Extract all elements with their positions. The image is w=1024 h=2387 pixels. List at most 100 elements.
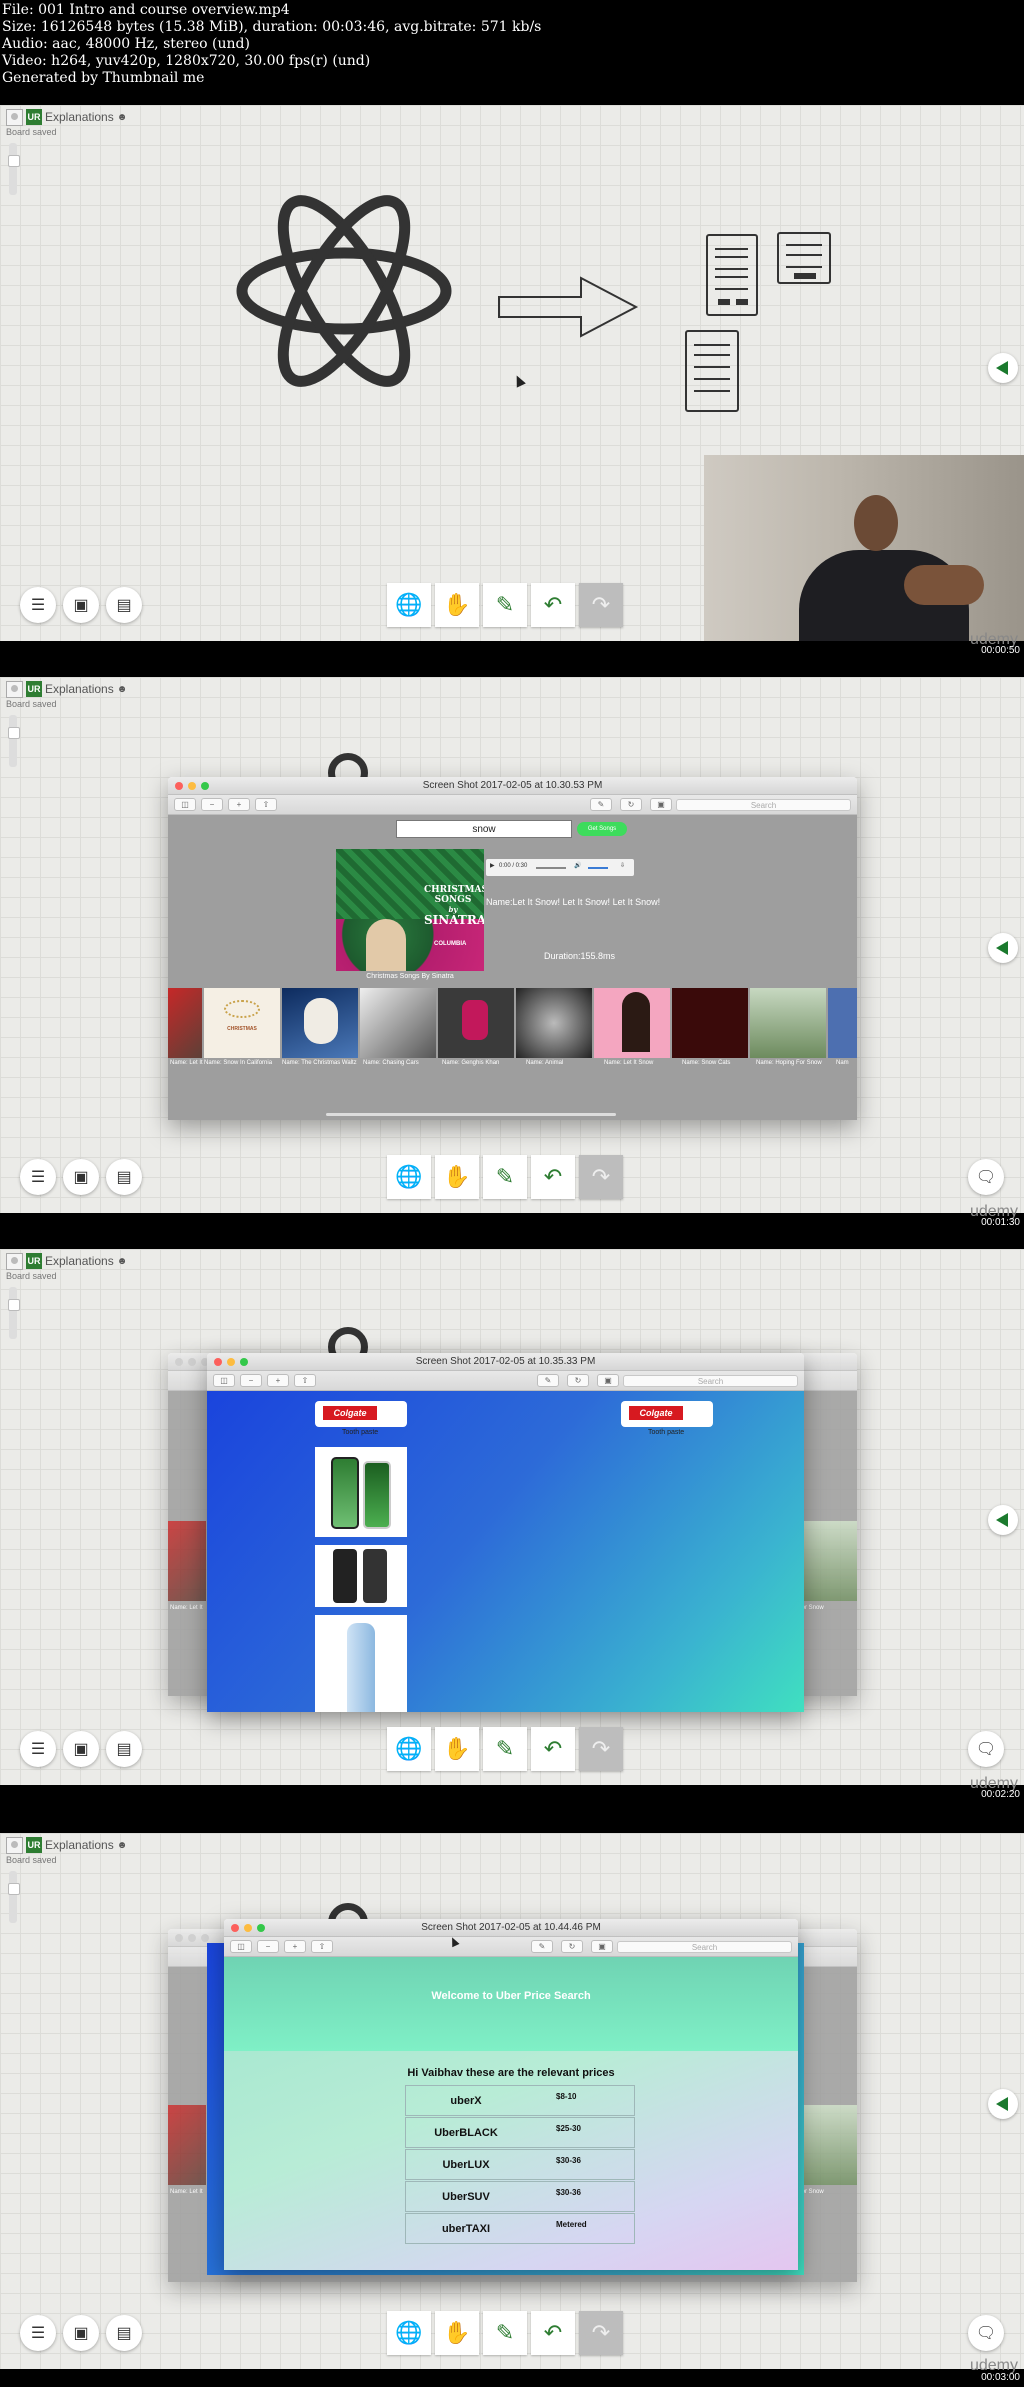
song-search-input[interactable]: snow	[396, 820, 572, 838]
board-title[interactable]: Explanations	[45, 1254, 114, 1268]
toolbox-icon[interactable]: ▣	[597, 1374, 619, 1387]
play-icon[interactable]: ▶	[490, 862, 495, 869]
hand-icon[interactable]: ✋	[435, 1155, 479, 1199]
globe-icon[interactable]: 🌐	[387, 1727, 431, 1771]
undo-icon[interactable]: ↶	[531, 2311, 575, 2355]
share-icon[interactable]: ⇧	[311, 1940, 333, 1953]
avatar[interactable]	[6, 1252, 23, 1270]
pencil-icon[interactable]: ✎	[483, 583, 527, 627]
chat-icon[interactable]: 🗨	[968, 2315, 1004, 2351]
price-row[interactable]: UberLUX $30-36	[405, 2149, 635, 2180]
undo-icon[interactable]: ↶	[531, 1155, 575, 1199]
share-icon[interactable]: ⇧	[255, 798, 277, 811]
collapse-arrow-icon[interactable]	[988, 353, 1018, 383]
image-icon[interactable]: ▣	[63, 1159, 99, 1195]
chat-icon[interactable]: 🗨	[968, 1159, 1004, 1195]
document-icon[interactable]: ▤	[106, 1159, 142, 1195]
carousel-cover[interactable]	[594, 988, 670, 1058]
board-title[interactable]: Explanations	[45, 1838, 114, 1852]
image-icon[interactable]: ▣	[63, 587, 99, 623]
image-icon[interactable]: ▣	[63, 2315, 99, 2351]
zoom-slider[interactable]	[8, 715, 20, 767]
pencil-icon[interactable]: ✎	[483, 2311, 527, 2355]
zoom-in-icon[interactable]: +	[228, 798, 250, 811]
layers-icon[interactable]: ☰	[20, 2315, 56, 2351]
carousel-cover[interactable]	[516, 988, 592, 1058]
collapse-arrow-icon[interactable]	[988, 2089, 1018, 2119]
get-songs-button[interactable]: Get Songs	[577, 822, 627, 836]
phone-product[interactable]	[315, 1545, 407, 1607]
rotate-icon[interactable]: ↻	[567, 1374, 589, 1387]
layers-icon[interactable]: ☰	[20, 1731, 56, 1767]
zoom-out-icon[interactable]: −	[201, 798, 223, 811]
audio-player[interactable]: ▶ 0:00 / 0:30 🔊 ⇩	[486, 859, 634, 876]
avatar[interactable]	[6, 680, 23, 698]
sidebar-icon[interactable]: ◫	[213, 1374, 235, 1387]
search-input[interactable]: Search	[676, 799, 851, 811]
zoom-slider[interactable]	[8, 143, 20, 195]
search-input[interactable]: Search	[623, 1375, 798, 1387]
sidebar-icon[interactable]: ◫	[230, 1940, 252, 1953]
carousel-cover[interactable]	[282, 988, 358, 1058]
price-row[interactable]: uberX $8-10	[405, 2085, 635, 2116]
carousel-cover[interactable]	[750, 988, 826, 1058]
bottle-product[interactable]	[315, 1615, 407, 1712]
sidebar-icon[interactable]: ◫	[174, 798, 196, 811]
avatar[interactable]	[6, 108, 23, 126]
horizontal-scrollbar[interactable]	[326, 1113, 616, 1116]
price-row[interactable]: UberSUV $30-36	[405, 2181, 635, 2212]
carousel-cover[interactable]	[828, 988, 857, 1058]
document-icon[interactable]: ▤	[106, 587, 142, 623]
document-icon[interactable]: ▤	[106, 1731, 142, 1767]
toolbox-icon[interactable]: ▣	[591, 1940, 613, 1953]
toothpaste-product[interactable]: Colgate	[315, 1401, 407, 1427]
zoom-in-icon[interactable]: +	[284, 1940, 306, 1953]
toothpaste-product[interactable]: Colgate	[621, 1401, 713, 1427]
document-icon[interactable]: ▤	[106, 2315, 142, 2351]
carousel-cover[interactable]	[672, 988, 748, 1058]
price-row[interactable]: UberBLACK $25-30	[405, 2117, 635, 2148]
layers-icon[interactable]: ☰	[20, 1159, 56, 1195]
carousel-cover[interactable]	[168, 988, 202, 1058]
board-title[interactable]: Explanations	[45, 110, 114, 124]
globe-icon[interactable]: 🌐	[387, 1155, 431, 1199]
zoom-out-icon[interactable]: −	[240, 1374, 262, 1387]
rotate-icon[interactable]: ↻	[620, 798, 642, 811]
pencil-icon[interactable]: ✎	[483, 1155, 527, 1199]
carousel-cover[interactable]	[438, 988, 514, 1058]
price-row[interactable]: uberTAXI Metered	[405, 2213, 635, 2244]
toolbox-icon[interactable]: ▣	[650, 798, 672, 811]
zoom-slider[interactable]	[8, 1871, 20, 1923]
collapse-arrow-icon[interactable]	[988, 1505, 1018, 1535]
undo-icon[interactable]: ↶	[531, 1727, 575, 1771]
search-input[interactable]: Search	[617, 1941, 792, 1953]
globe-icon[interactable]: 🌐	[387, 583, 431, 627]
image-icon[interactable]: ▣	[63, 1731, 99, 1767]
hand-icon[interactable]: ✋	[435, 583, 479, 627]
carousel-cover[interactable]	[360, 988, 436, 1058]
zoom-out-icon[interactable]: −	[257, 1940, 279, 1953]
rotate-icon[interactable]: ↻	[561, 1940, 583, 1953]
share-icon[interactable]: ⇧	[294, 1374, 316, 1387]
markup-icon[interactable]: ✎	[537, 1374, 559, 1387]
markup-icon[interactable]: ✎	[590, 798, 612, 811]
audio-progress[interactable]	[536, 867, 566, 869]
zoom-in-icon[interactable]: +	[267, 1374, 289, 1387]
hand-icon[interactable]: ✋	[435, 1727, 479, 1771]
board-title[interactable]: Explanations	[45, 682, 114, 696]
undo-icon[interactable]: ↶	[531, 583, 575, 627]
layers-icon[interactable]: ☰	[20, 587, 56, 623]
hand-icon[interactable]: ✋	[435, 2311, 479, 2355]
zoom-slider[interactable]	[8, 1287, 20, 1339]
cover-carousel[interactable]: CHRISTMAS Name: Let It Name: Snow In Cal…	[168, 988, 857, 1066]
collapse-arrow-icon[interactable]	[988, 933, 1018, 963]
volume-slider[interactable]	[588, 867, 608, 869]
chat-icon[interactable]: 🗨	[968, 1731, 1004, 1767]
globe-icon[interactable]: 🌐	[387, 2311, 431, 2355]
carousel-cover[interactable]: CHRISTMAS	[204, 988, 280, 1058]
avatar[interactable]	[6, 1836, 23, 1854]
pencil-icon[interactable]: ✎	[483, 1727, 527, 1771]
markup-icon[interactable]: ✎	[531, 1940, 553, 1953]
phone-product[interactable]	[315, 1447, 407, 1537]
volume-icon[interactable]: 🔊	[574, 862, 581, 869]
